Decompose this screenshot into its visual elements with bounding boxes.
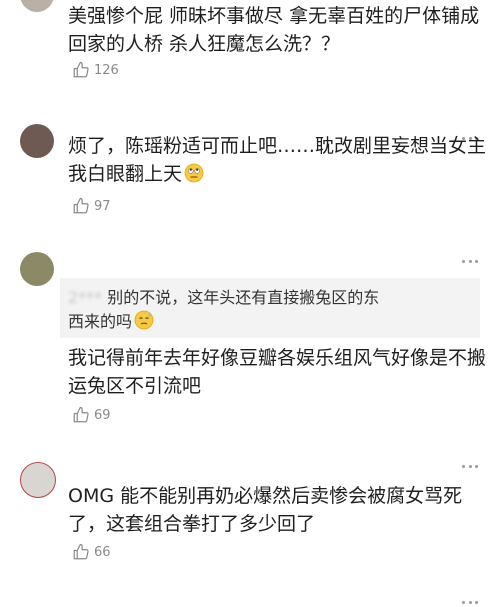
- thumbs-up-icon: [73, 406, 89, 423]
- quoted-comment-line: 西来的吗: [68, 310, 473, 334]
- comment-text: OMG 能不能别再奶必爆然后卖惨会被腐女骂死 了，这套组合拳打了多少回了: [68, 482, 478, 538]
- like-count: 126: [94, 62, 119, 78]
- eye-roll-emoji: [184, 163, 204, 183]
- comment-text-line: 我记得前年去年好像豆瓣各娱乐组风气好像是不搬: [68, 347, 487, 369]
- avatar[interactable]: [20, 252, 54, 286]
- quoted-comment[interactable]: 2*** 别的不说，这年头还有直接搬兔区的东 西来的吗: [60, 278, 480, 338]
- like-count: 69: [94, 407, 111, 423]
- quoted-comment-line: 2*** 别的不说，这年头还有直接搬兔区的东: [68, 288, 380, 307]
- more-dots-icon[interactable]: [462, 464, 478, 468]
- comment-text-line: 烦了，陈瑶粉适可而止吧……耽改剧里妄想当女主: [68, 135, 487, 157]
- comment-text-line: 我白眼翻上天: [68, 160, 478, 188]
- comment-text: 烦了，陈瑶粉适可而止吧……耽改剧里妄想当女主 我白眼翻上天: [68, 132, 487, 188]
- thumbs-up-icon: [73, 197, 89, 214]
- comment-text-line: OMG 能不能别再奶必爆然后卖惨会被腐女骂死: [68, 485, 463, 507]
- more-dots-icon[interactable]: [462, 600, 478, 604]
- avatar[interactable]: [20, 0, 54, 12]
- comment-text-line: 了，这套组合拳打了多少回了: [68, 513, 316, 535]
- thumbs-up-icon: [73, 543, 89, 560]
- comment-text-line: 运兔区不引流吧: [68, 375, 202, 397]
- avatar[interactable]: [20, 462, 56, 498]
- like-button[interactable]: 69: [72, 405, 111, 425]
- comment-text-line: 回家的人桥 杀人狂魔怎么洗？？: [68, 33, 341, 55]
- comment-text-line: 美强惨个屁 师昧坏事做尽 拿无辜百姓的尸体铺成: [68, 5, 480, 27]
- avatar[interactable]: [20, 124, 54, 158]
- like-count: 97: [94, 198, 111, 214]
- comment-text: 美强惨个屁 师昧坏事做尽 拿无辜百姓的尸体铺成 回家的人桥 杀人狂魔怎么洗？？: [68, 2, 480, 58]
- like-button[interactable]: 66: [72, 542, 111, 562]
- quoted-comment-text: 2*** 别的不说，这年头还有直接搬兔区的东 西来的吗: [68, 286, 473, 334]
- comment-text: 我记得前年去年好像豆瓣各娱乐组风气好像是不搬 运兔区不引流吧: [68, 344, 487, 400]
- sweat-emoji: [134, 310, 154, 330]
- more-dots-icon[interactable]: [462, 259, 478, 263]
- like-button[interactable]: 97: [72, 196, 111, 216]
- like-count: 66: [94, 544, 111, 560]
- like-button[interactable]: 126: [72, 60, 119, 80]
- quoted-username: 2***: [68, 288, 103, 307]
- thumbs-up-icon: [73, 61, 89, 78]
